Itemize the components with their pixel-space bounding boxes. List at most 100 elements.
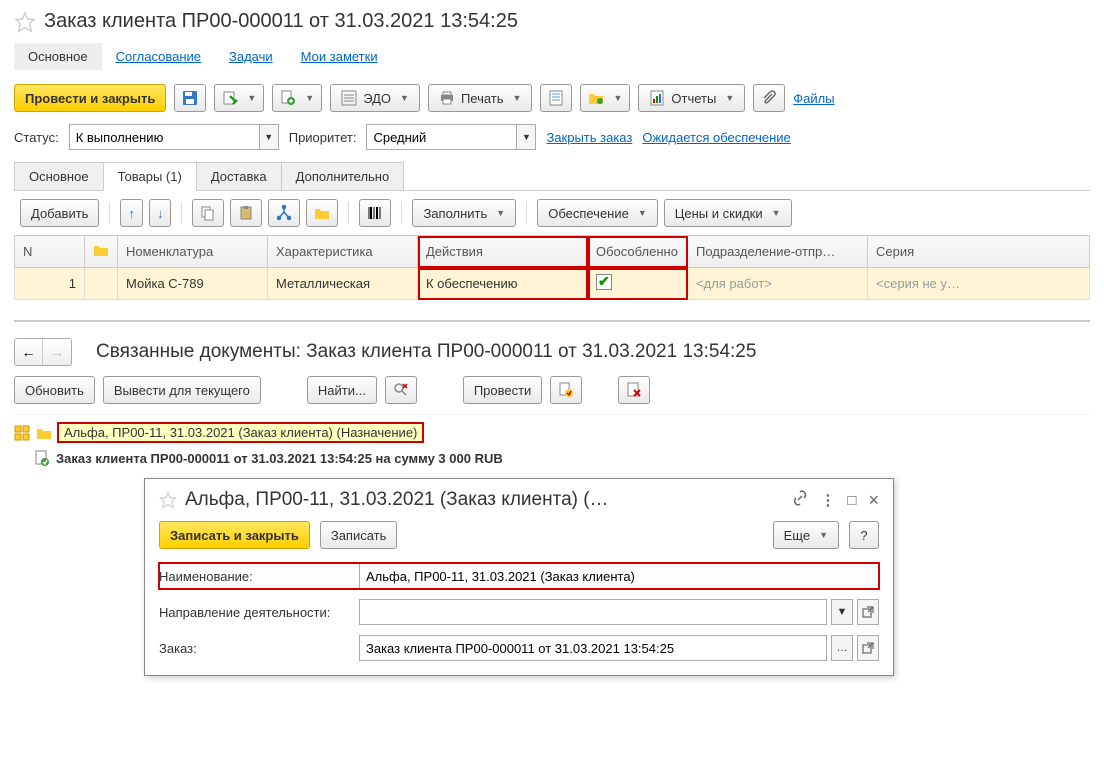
nav-back-button[interactable]: ← — [15, 339, 43, 365]
unpost-button[interactable] — [550, 376, 582, 404]
fill-button[interactable]: Заполнить▼ — [412, 199, 516, 227]
attach-folder-button[interactable]: ▼ — [580, 84, 630, 112]
link-icon[interactable] — [792, 490, 808, 510]
order-open-button[interactable] — [857, 635, 879, 661]
name-row: Наименование: — [159, 563, 879, 589]
delete-mark-button[interactable] — [618, 376, 650, 404]
move-down-button[interactable]: ↓ — [149, 199, 172, 227]
priority-input[interactable] — [366, 124, 516, 150]
tab-tasks[interactable]: Задачи — [215, 43, 287, 70]
popup-save-close-button[interactable]: Записать и закрыть — [159, 521, 310, 549]
tab-notes[interactable]: Мои заметки — [287, 43, 392, 70]
cell-characteristic[interactable]: Металлическая — [268, 268, 418, 300]
cell-actions[interactable]: К обеспечению — [418, 268, 588, 300]
page-title: Заказ клиента ПР00-000011 от 31.03.2021 … — [44, 10, 518, 33]
col-separate[interactable]: Обособленно — [588, 236, 688, 268]
open-external-icon — [862, 606, 874, 618]
tree-node-root[interactable]: Альфа, ПР00-11, 31.03.2021 (Заказ клиент… — [58, 423, 423, 442]
table-row[interactable]: 1 Мойка С-789 Металлическая К обеспечени… — [15, 268, 1090, 300]
subtab-delivery[interactable]: Доставка — [196, 162, 282, 190]
folder-open-button[interactable] — [306, 199, 338, 227]
close-icon[interactable]: × — [868, 490, 879, 511]
output-current-button[interactable]: Вывести для текущего — [103, 376, 261, 404]
sub-tabs: Основное Товары (1) Доставка Дополнитель… — [14, 162, 1090, 191]
popup-more-button[interactable]: Еще▼ — [773, 521, 839, 549]
nav-forward-button[interactable]: → — [43, 339, 71, 365]
prices-button[interactable]: Цены и скидки▼ — [664, 199, 792, 227]
cell-nomenclature[interactable]: Мойка С-789 — [118, 268, 268, 300]
doc-plus-icon — [280, 90, 296, 106]
chevron-down-icon: ▼ — [513, 93, 522, 103]
move-up-button[interactable]: ↑ — [120, 199, 143, 227]
cell-separate[interactable] — [588, 268, 688, 300]
name-label: Наименование: — [159, 569, 359, 584]
refresh-button[interactable]: Обновить — [14, 376, 95, 404]
priority-combo[interactable]: ▼ — [366, 124, 536, 150]
col-nomenclature[interactable]: Номенклатура — [118, 236, 268, 268]
col-actions[interactable]: Действия — [418, 236, 588, 268]
find-button[interactable]: Найти... — [307, 376, 377, 404]
split-button[interactable] — [268, 199, 300, 227]
col-department[interactable]: Подразделение-отпр… — [688, 236, 868, 268]
chevron-down-icon: ▼ — [247, 93, 256, 103]
cell-department[interactable]: <для работ> — [688, 268, 868, 300]
clear-find-button[interactable] — [385, 376, 417, 404]
print-button[interactable]: Печать ▼ — [428, 84, 533, 112]
status-dropdown-button[interactable]: ▼ — [259, 124, 279, 150]
status-combo[interactable]: ▼ — [69, 124, 279, 150]
supply-button[interactable]: Обеспечение▼ — [537, 199, 658, 227]
col-series[interactable]: Серия — [868, 236, 1090, 268]
save-button[interactable] — [174, 84, 206, 112]
barcode-button[interactable] — [359, 199, 391, 227]
floppy-icon — [182, 90, 198, 106]
copy-button[interactable] — [192, 199, 224, 227]
order-input[interactable] — [359, 635, 827, 661]
cell-n[interactable]: 1 — [15, 268, 85, 300]
more-icon[interactable]: ⋮ — [820, 491, 835, 509]
name-input[interactable] — [359, 563, 879, 589]
awaiting-supply-link[interactable]: Ожидается обеспечение — [642, 130, 790, 145]
subtab-additional[interactable]: Дополнительно — [281, 162, 405, 190]
subtab-main[interactable]: Основное — [14, 162, 104, 190]
paste-button[interactable] — [230, 199, 262, 227]
tab-approval[interactable]: Согласование — [102, 43, 215, 70]
popup-save-button[interactable]: Записать — [320, 521, 398, 549]
clip-button[interactable] — [753, 84, 785, 112]
star-icon[interactable] — [14, 11, 36, 33]
popup-help-button[interactable]: ? — [849, 521, 879, 549]
reports-button[interactable]: Отчеты ▼ — [638, 84, 745, 112]
col-characteristic[interactable]: Характеристика — [268, 236, 418, 268]
order-select-button[interactable]: … — [831, 635, 853, 661]
priority-dropdown-button[interactable]: ▼ — [516, 124, 536, 150]
status-input[interactable] — [69, 124, 259, 150]
cell-series[interactable]: <серия не у… — [868, 268, 1090, 300]
post-and-close-button[interactable]: Провести и закрыть — [14, 84, 166, 112]
paste-icon — [238, 205, 254, 221]
cell-icon[interactable] — [85, 268, 118, 300]
edo-button[interactable]: ЭДО ▼ — [330, 84, 420, 112]
direction-input[interactable] — [359, 599, 827, 625]
direction-dropdown-button[interactable]: ▼ — [831, 599, 853, 625]
tab-main[interactable]: Основное — [14, 43, 102, 70]
chevron-down-icon: ▼ — [725, 93, 734, 103]
list-button[interactable] — [540, 84, 572, 112]
post-button[interactable]: ▼ — [214, 84, 264, 112]
subtab-goods[interactable]: Товары (1) — [103, 162, 197, 191]
post-doc-button[interactable]: Провести — [463, 376, 543, 404]
tree-collapse-icon[interactable] — [14, 425, 30, 441]
tree-node-child[interactable]: Заказ клиента ПР00-000011 от 31.03.2021 … — [56, 451, 503, 466]
create-based-button[interactable]: ▼ — [272, 84, 322, 112]
edo-icon — [341, 90, 357, 106]
add-row-button[interactable]: Добавить — [20, 199, 99, 227]
nav-arrows: ← → — [14, 338, 72, 366]
copy-icon — [200, 205, 216, 221]
col-n[interactable]: N — [15, 236, 85, 268]
col-icon[interactable] — [85, 236, 118, 268]
star-icon[interactable] — [159, 491, 177, 509]
direction-open-button[interactable] — [857, 599, 879, 625]
files-link[interactable]: Файлы — [793, 91, 834, 106]
maximize-icon[interactable]: □ — [847, 492, 856, 509]
close-order-link[interactable]: Закрыть заказ — [546, 130, 632, 145]
goods-table[interactable]: N Номенклатура Характеристика Действия О… — [14, 235, 1090, 300]
checkbox-checked[interactable] — [596, 274, 612, 290]
